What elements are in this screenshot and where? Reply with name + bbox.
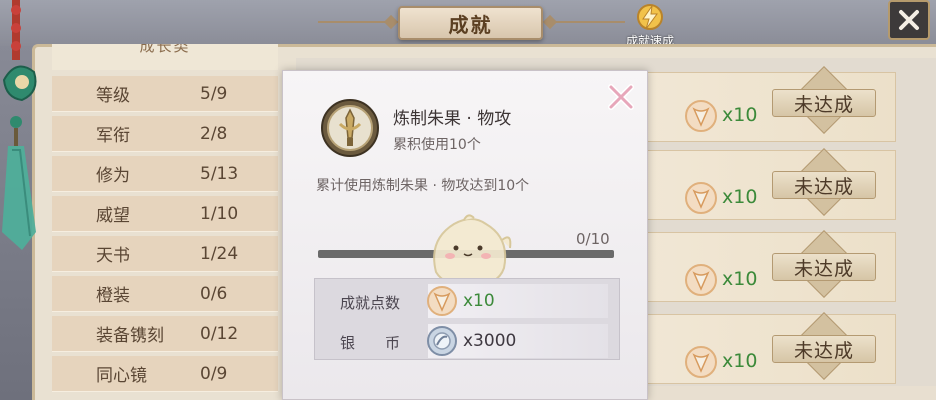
popup-close-icon[interactable] [604, 80, 638, 114]
stat-row[interactable]: 军衔 2/8 [52, 116, 278, 152]
stat-name: 等级 [96, 86, 130, 106]
stats-header: 成长类 [52, 44, 278, 70]
close-button[interactable] [888, 0, 930, 40]
achievement-point-icon [685, 346, 717, 378]
reward-amount: x10 [463, 291, 495, 311]
stat-name: 装备镌刻 [96, 326, 164, 346]
stat-name: 军衔 [96, 126, 130, 146]
progress-text: 0/10 [576, 230, 610, 248]
close-icon [899, 10, 919, 30]
stat-row[interactable]: 等级 5/9 [52, 76, 278, 112]
popup-description: 累计使用炼制朱果 · 物攻达到10个 [316, 178, 530, 194]
page-title-plate: 成就 [398, 6, 543, 40]
status-label: 未达成 [793, 339, 854, 362]
stat-value: 1/10 [200, 203, 239, 224]
stat-value: 1/24 [200, 243, 239, 264]
achievement-status-button[interactable]: 未达成 [772, 66, 876, 134]
quick-achieve-button[interactable]: 成就速成 [612, 0, 688, 50]
popup-item-subtitle: 累积使用10个 [393, 137, 481, 153]
stats-header-label: 成长类 [139, 44, 191, 55]
achievement-point-icon [685, 100, 717, 132]
reward-amount: x3000 [463, 331, 517, 351]
stats-panel: 成长类 等级 5/9 军衔 2/8 修为 5/13 威望 1/10 天书 1/2… [52, 44, 278, 400]
achievement-reward-count: x10 [722, 186, 758, 208]
popup-item-title: 炼制朱果 · 物攻 [393, 109, 512, 129]
stat-value: 0/9 [200, 363, 228, 384]
silver-coin-icon [427, 326, 457, 356]
status-label: 未达成 [793, 175, 854, 198]
stat-value: 5/13 [200, 163, 239, 184]
stat-name: 天书 [96, 246, 130, 266]
sword-emblem-icon [321, 99, 379, 157]
lightning-icon [637, 4, 663, 30]
achievement-point-icon [685, 264, 717, 296]
achievement-status-button[interactable]: 未达成 [772, 312, 876, 380]
status-label: 未达成 [793, 257, 854, 280]
stat-name: 修为 [96, 166, 130, 186]
stat-row[interactable]: 威望 1/10 [52, 196, 278, 232]
stat-row[interactable]: 同心镜 0/9 [52, 356, 278, 392]
stat-row[interactable]: 天书 1/24 [52, 236, 278, 272]
reward-label: 成就点数 [340, 294, 401, 312]
stat-name: 威望 [96, 206, 130, 226]
stat-value: 0/6 [200, 283, 228, 304]
stat-name: 同心镜 [96, 366, 147, 386]
achievement-point-icon [427, 286, 457, 316]
status-label: 未达成 [793, 93, 854, 116]
stat-value: 0/12 [200, 323, 239, 344]
reward-label: 银 币 [340, 334, 401, 352]
page-title: 成就 [448, 12, 493, 37]
achievement-status-button[interactable]: 未达成 [772, 230, 876, 298]
stat-value: 5/9 [200, 83, 228, 104]
achievement-reward-count: x10 [722, 268, 758, 290]
stat-row[interactable]: 装备镌刻 0/12 [52, 316, 278, 352]
tassel-decoration [2, 0, 37, 250]
achievement-reward-count: x10 [722, 104, 758, 126]
stat-name: 橙装 [96, 286, 130, 306]
stat-row[interactable]: 修为 5/13 [52, 156, 278, 192]
stat-row[interactable]: 橙装 0/6 [52, 276, 278, 312]
achievement-status-button[interactable]: 未达成 [772, 148, 876, 216]
achievement-reward-count: x10 [722, 350, 758, 372]
stat-value: 2/8 [200, 123, 228, 144]
achievement-point-icon [685, 182, 717, 214]
